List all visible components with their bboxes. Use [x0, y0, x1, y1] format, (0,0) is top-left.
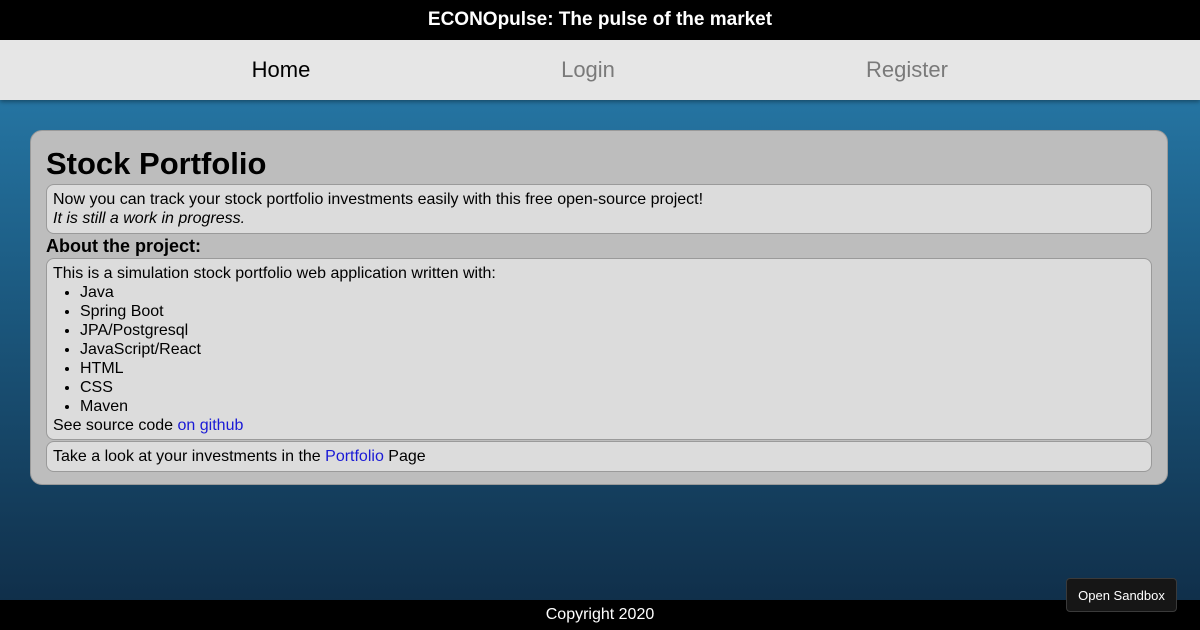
source-code-line: See source code on github	[53, 416, 1145, 435]
list-item: JPA/Postgresql	[80, 321, 1145, 340]
cta-suffix-text: Page	[383, 448, 426, 465]
portfolio-link[interactable]: Portfolio	[325, 448, 384, 465]
open-sandbox-button[interactable]: Open Sandbox	[1066, 578, 1177, 612]
intro-box: Now you can track your stock portfolio i…	[46, 184, 1152, 234]
list-item: Spring Boot	[80, 302, 1145, 321]
site-header: ECONOpulse: The pulse of the market	[0, 0, 1200, 40]
list-item: Java	[80, 283, 1145, 302]
site-footer: Copyright 2020	[0, 600, 1200, 630]
cta-prefix-text: Take a look at your investments in the	[53, 448, 326, 465]
site-title: ECONOpulse: The pulse of the market	[427, 9, 773, 30]
nav-login-link[interactable]: Login	[561, 40, 615, 100]
github-link[interactable]: on github	[178, 417, 244, 434]
about-heading: About the project:	[46, 236, 201, 256]
nav-home-link[interactable]: Home	[252, 40, 311, 100]
about-box: This is a simulation stock portfolio web…	[46, 258, 1152, 440]
copyright-text: Copyright 2020	[545, 606, 655, 623]
page-title: Stock Portfolio	[46, 146, 267, 181]
tech-list: Java Spring Boot JPA/Postgresql JavaScri…	[53, 283, 1145, 416]
portfolio-card: Stock Portfolio Now you can track your s…	[30, 130, 1168, 485]
about-intro-text: This is a simulation stock portfolio web…	[53, 265, 496, 282]
source-code-text: See source code	[53, 417, 178, 434]
list-item: HTML	[80, 359, 1145, 378]
list-item: CSS	[80, 378, 1145, 397]
work-in-progress-note: It is still a work in progress.	[53, 210, 246, 227]
main-nav: Home Login Register	[0, 40, 1200, 100]
list-item: Maven	[80, 397, 1145, 416]
list-item: JavaScript/React	[80, 340, 1145, 359]
portfolio-cta-box: Take a look at your investments in the P…	[46, 441, 1152, 472]
intro-text: Now you can track your stock portfolio i…	[53, 191, 704, 208]
nav-register-link[interactable]: Register	[866, 40, 948, 100]
